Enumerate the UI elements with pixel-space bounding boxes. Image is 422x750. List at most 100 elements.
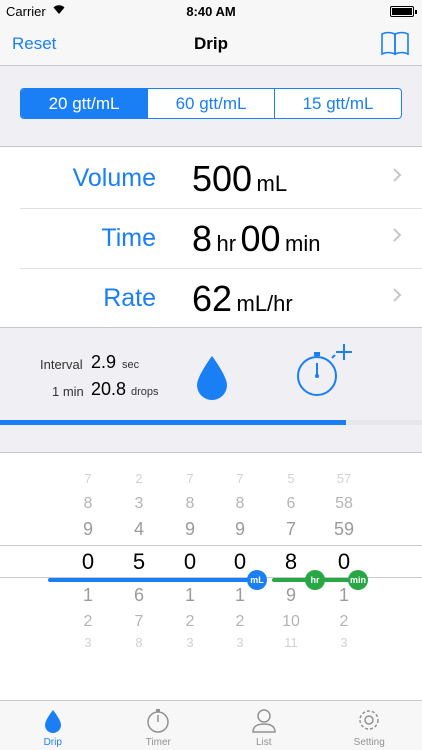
page-title: Drip (194, 34, 228, 53)
picker-option[interactable]: 1 (170, 585, 210, 606)
tab-timer-label: Timer (145, 737, 171, 748)
status-time: 8:40 AM (186, 4, 236, 19)
picker-option[interactable]: 8 (170, 495, 210, 513)
picker-option[interactable]: 5 (271, 471, 311, 486)
book-icon[interactable] (380, 30, 410, 56)
navigation-bar: Reset Drip (0, 22, 422, 66)
time-label: Time (101, 224, 156, 252)
drop-factor-segmented-control: 20 gtt/mL 60 gtt/mL 15 gtt/mL (20, 88, 402, 119)
picker-option[interactable]: 58 (324, 495, 364, 513)
volume-label: Volume (72, 164, 156, 192)
segment-20-gtt[interactable]: 20 gtt/mL (21, 89, 147, 118)
volume-number: 500 (192, 158, 253, 199)
picker-option[interactable]: 2 (324, 613, 364, 631)
picker-option[interactable]: 7 (68, 471, 108, 486)
time-hours: 8 (192, 218, 213, 259)
gear-icon (359, 710, 379, 730)
rate-value: 62 mL/hr (192, 278, 293, 320)
stopwatch-icon (147, 709, 169, 733)
drip-info-panel: Interval 2.9 sec 1 min 20.8 drops (0, 328, 422, 420)
picker-option[interactable]: 1 (68, 585, 108, 606)
picker-option[interactable]: 3 (324, 635, 364, 650)
drop-icon (44, 710, 61, 733)
drop-icon (197, 356, 227, 400)
stopwatch-add-icon[interactable] (294, 342, 354, 404)
picker-option[interactable]: 7 (271, 519, 311, 540)
time-minutes-unit: min (285, 231, 321, 256)
segment-15-gtt[interactable]: 15 gtt/mL (274, 89, 401, 118)
min-badge: min (348, 570, 368, 590)
picker-option[interactable]: 9 (170, 519, 210, 540)
rate-unit: mL/hr (236, 291, 293, 316)
time-row[interactable]: Time 8 hr 00 min (0, 208, 422, 268)
picker-option[interactable]: 8 (119, 635, 159, 650)
tab-drip[interactable]: Drip (0, 701, 106, 750)
picker-option[interactable]: 10 (271, 613, 311, 631)
rate-row[interactable]: Rate 62 mL/hr (0, 268, 422, 328)
picker-option[interactable]: 9 (271, 585, 311, 606)
battery-icon (390, 6, 417, 17)
tab-bar: Drip Timer List Setting (0, 700, 422, 750)
tab-setting[interactable]: Setting (317, 701, 422, 750)
picker-option[interactable]: 2 (170, 613, 210, 631)
picker-option[interactable]: 3 (119, 495, 159, 513)
picker-option[interactable]: 6 (271, 495, 311, 513)
volume-row[interactable]: Volume 500 mL (0, 148, 422, 208)
picker-selected-value[interactable]: 0 (68, 549, 108, 575)
picker-column[interactable]: 7 8 9 0 1 2 3 (68, 453, 108, 701)
tab-list[interactable]: List (211, 701, 317, 750)
tab-setting-label: Setting (353, 737, 385, 748)
time-value: 8 hr 00 min (192, 218, 320, 260)
time-hours-unit: hr (216, 231, 237, 256)
drip-progress-bar (0, 420, 422, 425)
drip-progress-fill (0, 420, 347, 425)
picker-option[interactable]: 2 (68, 613, 108, 631)
per-minute-value: 20.8 (91, 379, 127, 399)
value-rows: Volume 500 mL Time 8 hr 00 min Rate 62 m… (0, 146, 422, 328)
picker-option[interactable]: 9 (220, 519, 260, 540)
picker-option[interactable]: 6 (119, 585, 159, 606)
hr-badge: hr (305, 570, 325, 590)
interval-value: 2.9 (91, 352, 117, 372)
picker-option[interactable]: 8 (220, 495, 260, 513)
picker-option[interactable]: 59 (324, 519, 364, 540)
picker-option[interactable]: 4 (119, 519, 159, 540)
picker-selected-value[interactable]: 0 (170, 549, 210, 575)
interval-label: Interval (40, 357, 83, 372)
time-minutes: 00 (240, 218, 281, 259)
picker-column[interactable]: 7 8 9 0 1 2 3 (170, 453, 210, 701)
ml-badge: mL (247, 570, 267, 590)
picker-column[interactable]: 2 3 4 5 6 7 8 (119, 453, 159, 701)
chevron-right-icon (393, 228, 402, 242)
picker-option[interactable]: 7 (220, 471, 260, 486)
picker-option[interactable]: 3 (220, 635, 260, 650)
interval-unit: sec (122, 359, 140, 371)
chevron-right-icon (393, 288, 402, 302)
picker-option[interactable]: 7 (170, 471, 210, 486)
picker-option[interactable]: 2 (119, 471, 159, 486)
picker-option[interactable]: 3 (170, 635, 210, 650)
tab-list-label: List (255, 737, 272, 748)
picker-option[interactable]: 57 (324, 471, 364, 486)
per-minute-unit: drops (131, 386, 159, 398)
picker-option[interactable]: 3 (68, 635, 108, 650)
status-bar: Carrier 8:40 AM (0, 0, 422, 22)
picker-option[interactable]: 8 (68, 495, 108, 513)
volume-picker-bar (48, 578, 262, 582)
picker-option[interactable]: 2 (220, 613, 260, 631)
chevron-right-icon (393, 168, 402, 182)
volume-unit: mL (256, 171, 288, 196)
picker-option[interactable]: 11 (271, 635, 311, 650)
picker-selected-value[interactable]: 5 (119, 549, 159, 575)
segment-60-gtt[interactable]: 60 gtt/mL (147, 89, 274, 118)
rate-number: 62 (192, 278, 233, 319)
volume-value: 500 mL (192, 158, 287, 200)
picker-option[interactable]: 9 (68, 519, 108, 540)
picker-selected-value[interactable]: 8 (271, 549, 311, 575)
person-icon (251, 709, 276, 733)
picker-option[interactable]: 7 (119, 613, 159, 631)
tab-timer[interactable]: Timer (106, 701, 212, 750)
per-minute-label: 1 min (52, 384, 84, 399)
tab-drip-label: Drip (43, 737, 62, 748)
rate-label: Rate (103, 284, 156, 312)
